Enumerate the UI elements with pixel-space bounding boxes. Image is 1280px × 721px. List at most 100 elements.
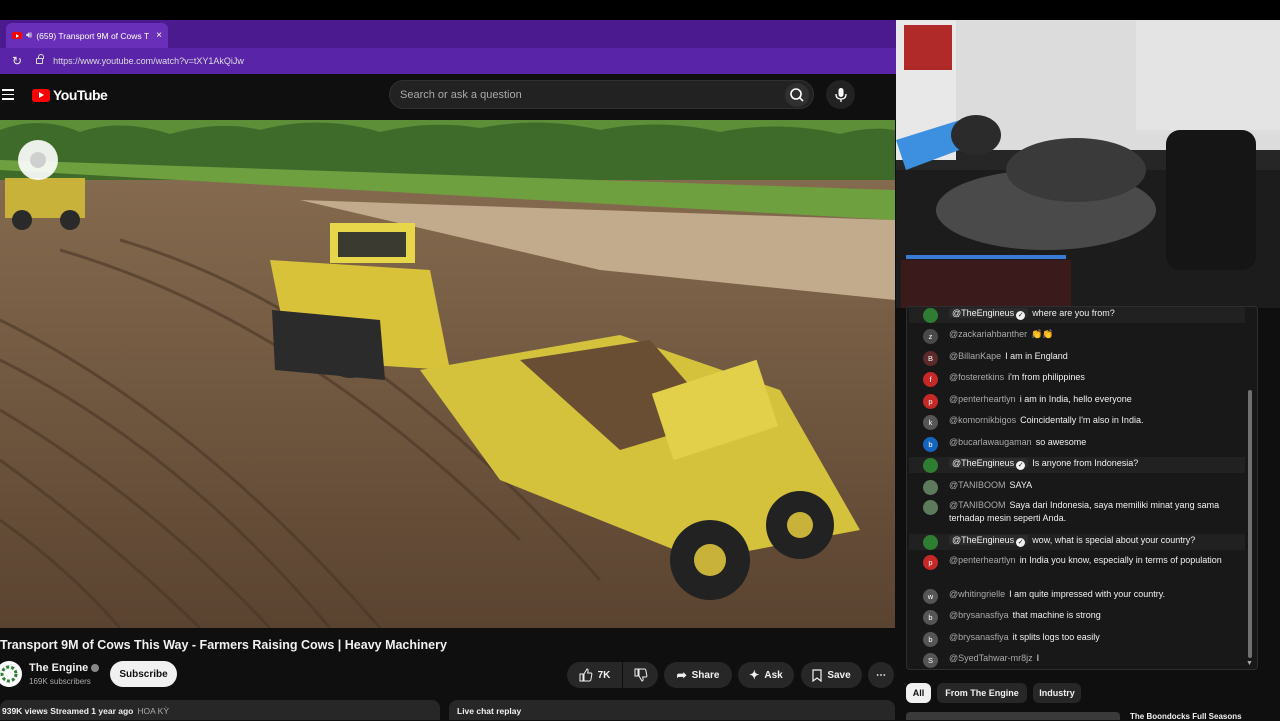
- chat-message[interactable]: b @bucarlawaugaman so awesome: [923, 436, 1243, 452]
- share-label: Share: [691, 669, 720, 681]
- chat-avatar[interactable]: S: [923, 653, 938, 668]
- chat-avatar[interactable]: [923, 308, 938, 323]
- search-input[interactable]: [400, 88, 770, 101]
- live-chat-replay-header[interactable]: Live chat replay: [449, 700, 895, 720]
- chat-author[interactable]: @TheEngineus ✓: [949, 308, 1029, 320]
- site-info-icon[interactable]: [36, 54, 44, 64]
- chat-avatar[interactable]: [923, 535, 938, 550]
- chat-avatar[interactable]: b: [923, 632, 938, 647]
- chat-avatar[interactable]: z: [923, 329, 938, 344]
- speaker-icon[interactable]: 🔊︎: [26, 30, 32, 41]
- like-button[interactable]: 7K: [567, 662, 622, 688]
- chat-avatar[interactable]: b: [923, 610, 938, 625]
- chat-message[interactable]: p @penterheartlyn i am in India, hello eve…: [923, 393, 1243, 409]
- chat-message[interactable]: B @BillanKape I am in England: [923, 350, 1243, 366]
- chat-author-name: @SyedTahwar-mr8jz: [949, 653, 1033, 663]
- chat-author-name: @TheEngineus: [952, 535, 1015, 545]
- channel-logo-icon: [0, 665, 18, 683]
- chat-message[interactable]: @TANIBOOM SAYA: [923, 479, 1243, 495]
- chat-author[interactable]: @penterheartlyn: [949, 394, 1016, 404]
- chat-author[interactable]: @TANIBOOM: [949, 480, 1005, 490]
- youtube-header: YouTube: [0, 74, 896, 120]
- search-button[interactable]: [785, 83, 809, 107]
- webcam-overlay: [896, 20, 1280, 308]
- chat-avatar[interactable]: B: [923, 351, 938, 366]
- subscribe-button[interactable]: Subscribe: [110, 661, 177, 687]
- next-video-thumbnail[interactable]: [906, 712, 1120, 720]
- chat-scrollbar[interactable]: [1248, 390, 1252, 658]
- chat-avatar[interactable]: k: [923, 415, 938, 430]
- chat-message[interactable]: k @komornikbigos Coincidentally I'm also i…: [923, 414, 1243, 430]
- chat-author[interactable]: @SyedTahwar-mr8jz: [949, 653, 1033, 663]
- reload-icon[interactable]: ↻: [12, 54, 22, 68]
- chat-message[interactable]: @TheEngineus ✓ where are you from?: [909, 307, 1245, 323]
- youtube-logo[interactable]: YouTube: [32, 87, 108, 103]
- chat-message[interactable]: f @fosteretkins i'm from philippines: [923, 371, 1243, 387]
- chat-author[interactable]: @TANIBOOM: [949, 500, 1005, 510]
- voice-search-button[interactable]: [826, 80, 855, 109]
- chat-author-name: @zackariahbanther: [949, 329, 1028, 339]
- chat-avatar[interactable]: b: [923, 437, 938, 452]
- chat-author[interactable]: @TheEngineus ✓: [949, 458, 1029, 470]
- chat-message-body: @zackariahbanther 👏👏: [949, 328, 1054, 341]
- more-icon: ⋯: [876, 669, 886, 681]
- description-box[interactable]: 939K views Streamed 1 year ago HOA KỲ: [0, 700, 440, 720]
- chat-author[interactable]: @fosteretkins: [949, 372, 1004, 382]
- chat-avatar[interactable]: w: [923, 589, 938, 604]
- chat-message[interactable]: w @whitingrielle I am quite impressed with…: [923, 588, 1243, 604]
- chat-message-text: that machine is strong: [1012, 610, 1101, 620]
- chat-author[interactable]: @whitingrielle: [949, 589, 1005, 599]
- share-button[interactable]: ➦ Share: [664, 662, 732, 688]
- chat-message-text: I am quite impressed with your country.: [1009, 589, 1166, 599]
- live-chat-panel[interactable]: @TheEngineus ✓ where are you from? z @zackar…: [906, 306, 1258, 670]
- chat-avatar[interactable]: [923, 480, 938, 495]
- chat-avatar[interactable]: [923, 500, 938, 515]
- menu-icon[interactable]: [2, 89, 14, 100]
- video-player[interactable]: [0, 120, 895, 628]
- chat-author[interactable]: @TheEngineus ✓: [949, 535, 1029, 547]
- chat-avatar[interactable]: p: [923, 394, 938, 409]
- verified-icon: [91, 664, 100, 673]
- chat-author[interactable]: @brysanasfiya: [949, 610, 1009, 620]
- chat-avatar[interactable]: [923, 458, 938, 473]
- chat-message-text: where are you from?: [1032, 308, 1115, 318]
- chat-author[interactable]: @komornikbigos: [949, 415, 1016, 425]
- chat-author-name: @BillanKape: [949, 351, 1002, 361]
- chat-author[interactable]: @bucarlawaugaman: [949, 437, 1032, 447]
- chat-message[interactable]: b @brysanasfiya that machine is strong: [923, 609, 1243, 625]
- url-field[interactable]: https://www.youtube.com/watch?v=tXY1AkQi…: [53, 56, 244, 66]
- chat-message[interactable]: b @brysanasfiya it splits logs too easily: [923, 631, 1243, 647]
- dislike-button[interactable]: [623, 662, 658, 688]
- tab-close-icon[interactable]: ×: [156, 30, 162, 41]
- chat-author-name: @TANIBOOM: [949, 500, 1006, 510]
- chat-message[interactable]: @TheEngineus ✓ Is anyone from Indonesia?: [909, 457, 1245, 473]
- chat-message-body: @bucarlawaugaman so awesome: [949, 436, 1086, 449]
- chat-author[interactable]: @BillanKape: [949, 351, 1001, 361]
- chat-message-body: @TANIBOOM Saya dari Indonesia, saya memil…: [949, 499, 1243, 525]
- chat-avatar[interactable]: p: [923, 555, 938, 570]
- chat-message-body: @TheEngineus ✓ Is anyone from Indonesia?: [949, 457, 1138, 470]
- more-actions-button[interactable]: ⋯: [868, 662, 894, 688]
- chat-author-name: @whitingrielle: [949, 589, 1006, 599]
- chat-author[interactable]: @brysanasfiya: [949, 632, 1009, 642]
- scroll-down-icon[interactable]: ▼: [1246, 660, 1253, 667]
- chat-message[interactable]: @TheEngineus ✓ wow, what is special about …: [909, 534, 1245, 550]
- chat-filter-all[interactable]: All: [906, 683, 931, 703]
- channel-name[interactable]: The Engine: [29, 662, 100, 674]
- channel-avatar[interactable]: [0, 661, 22, 687]
- save-button[interactable]: Save: [801, 662, 862, 688]
- ask-button[interactable]: ✦ Ask: [738, 662, 794, 688]
- bookmark-icon: [812, 668, 822, 682]
- chat-avatar[interactable]: f: [923, 372, 938, 387]
- browser-tab[interactable]: 🔊︎ (659) Transport 9M of Cows T ×: [6, 23, 168, 48]
- chat-message[interactable]: p @penterheartlyn in India you know, espec…: [923, 554, 1243, 570]
- chat-message-body: @fosteretkins i'm from philippines: [949, 371, 1085, 384]
- chat-message[interactable]: z @zackariahbanther 👏👏: [923, 328, 1243, 344]
- chat-message[interactable]: S @SyedTahwar-mr8jz I: [923, 652, 1243, 668]
- chat-author[interactable]: @penterheartlyn: [949, 555, 1016, 565]
- chat-filter-industry[interactable]: Industry: [1033, 683, 1081, 703]
- chat-message[interactable]: @TANIBOOM Saya dari Indonesia, saya memil…: [923, 499, 1243, 525]
- video-frame-image: [0, 120, 895, 628]
- chat-filter-from-the-engine[interactable]: From The Engine: [937, 683, 1027, 703]
- chat-author[interactable]: @zackariahbanther: [949, 329, 1027, 339]
